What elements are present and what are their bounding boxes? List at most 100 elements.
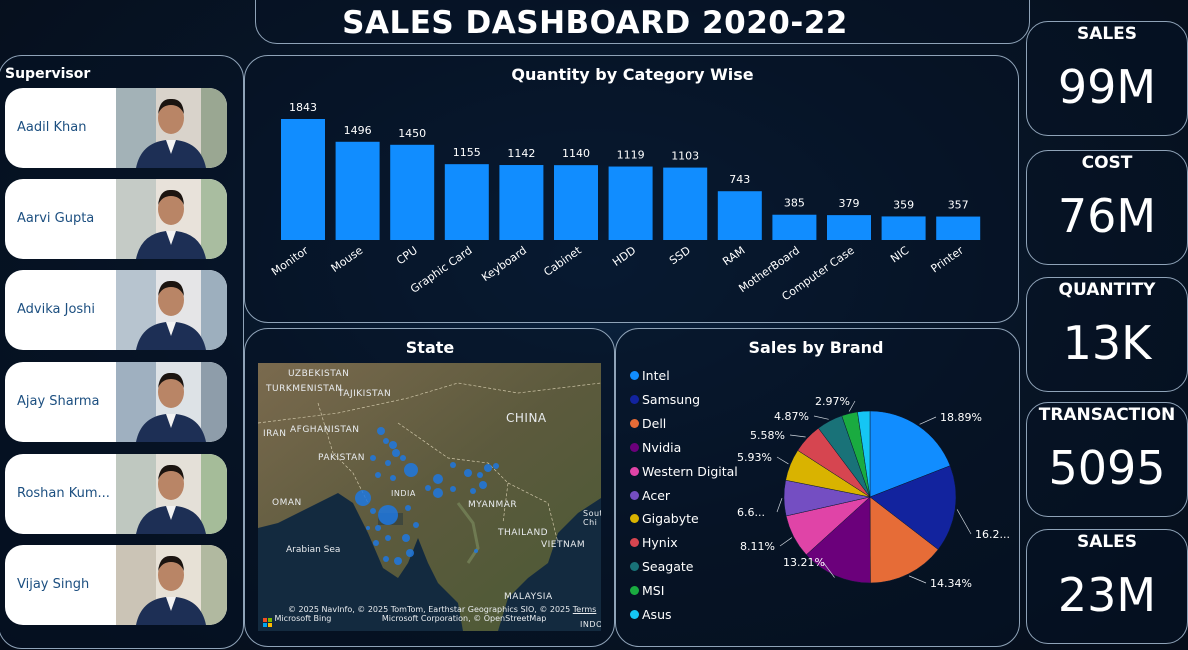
bar[interactable] bbox=[608, 166, 653, 240]
bar[interactable] bbox=[499, 165, 544, 240]
map-bubble bbox=[355, 490, 371, 506]
pie-leader-line bbox=[919, 416, 937, 425]
pie-data-label: 8.11% bbox=[740, 540, 775, 553]
bar-value-label: 1496 bbox=[344, 124, 372, 137]
bar-value-label: 743 bbox=[729, 173, 750, 186]
map-bubble bbox=[484, 464, 492, 472]
bar[interactable] bbox=[881, 216, 926, 240]
bar[interactable] bbox=[772, 214, 817, 240]
kpi-label: SALES bbox=[1076, 24, 1138, 44]
pie-leader-line bbox=[779, 537, 793, 547]
avatar bbox=[116, 454, 227, 534]
supervisor-card[interactable]: Vijay Singh bbox=[5, 545, 227, 625]
pie-leader-line bbox=[776, 497, 783, 513]
avatar bbox=[116, 179, 227, 259]
bar-value-label: 1843 bbox=[289, 101, 317, 114]
bar[interactable] bbox=[554, 165, 598, 240]
kpi-card: COST 76M bbox=[1026, 150, 1188, 265]
map-bubbles bbox=[355, 427, 499, 565]
bar-category-label: HDD bbox=[610, 244, 638, 269]
pie-chart: 18.89% 16.2... 14.34% 13.21% 8.11% 6.6... 5.93… bbox=[737, 395, 1010, 590]
pie-leader-line bbox=[908, 575, 927, 584]
map-bubble bbox=[405, 505, 411, 511]
map-bubble bbox=[373, 540, 379, 546]
kpi-card: TRANSACTION 5095 bbox=[1026, 402, 1188, 517]
map-bubble bbox=[394, 557, 402, 565]
bar-category-label: Cabinet bbox=[541, 243, 584, 278]
avatar bbox=[116, 88, 227, 168]
pie-data-label: 2.97% bbox=[815, 395, 850, 408]
map-bubble bbox=[425, 485, 431, 491]
avatar bbox=[116, 362, 227, 442]
bar-category-label: Monitor bbox=[269, 244, 311, 279]
map-bubble bbox=[392, 449, 400, 457]
supervisor-name: Aarvi Gupta bbox=[17, 211, 95, 226]
map-bubble bbox=[385, 535, 391, 541]
map-bubble bbox=[404, 463, 418, 477]
pie-leader-line bbox=[813, 415, 829, 420]
bar-category-label: Graphic Card bbox=[408, 244, 474, 296]
supervisor-card[interactable]: Aadil Khan bbox=[5, 88, 227, 168]
pie-data-label: 5.58% bbox=[750, 429, 785, 442]
map-bubble bbox=[433, 488, 443, 498]
bar-category-label: SSD bbox=[667, 244, 693, 268]
pie-data-label: 6.6... bbox=[737, 506, 765, 519]
map-bubble bbox=[413, 522, 419, 528]
map-bubble bbox=[378, 505, 398, 525]
bar[interactable] bbox=[281, 119, 325, 240]
bar-value-label: 1450 bbox=[398, 127, 426, 140]
kpi-value: 76M bbox=[1057, 189, 1157, 243]
map-bubble bbox=[474, 549, 478, 553]
pie-leader-line bbox=[776, 456, 789, 465]
bar-value-label: 357 bbox=[948, 199, 969, 212]
bar-category-label: Keyboard bbox=[479, 244, 529, 284]
supervisor-card[interactable]: Ajay Sharma bbox=[5, 362, 227, 442]
kpi-label: TRANSACTION bbox=[1038, 405, 1176, 425]
bar[interactable] bbox=[390, 144, 435, 240]
bar[interactable] bbox=[827, 215, 871, 240]
bar-category-label: Mouse bbox=[329, 244, 366, 275]
pie-data-label: 13.21% bbox=[783, 556, 825, 569]
bar-category-label: RAM bbox=[720, 244, 747, 269]
bar[interactable] bbox=[335, 141, 380, 240]
map-bubble bbox=[406, 549, 414, 557]
supervisor-card[interactable]: Advika Joshi bbox=[5, 270, 227, 350]
map-bubble bbox=[375, 525, 381, 531]
map-bubble bbox=[402, 534, 410, 542]
map-attribution-text: © 2025 NavInfo, © 2025 TomTom, Earthstar… bbox=[288, 605, 571, 614]
map-bubble bbox=[477, 472, 483, 478]
pie-leader-line bbox=[848, 400, 856, 412]
avatar bbox=[116, 545, 227, 625]
kpi-value: 5095 bbox=[1048, 441, 1166, 495]
bar-value-label: 1142 bbox=[507, 147, 535, 160]
supervisor-card[interactable]: Roshan Kum... bbox=[5, 454, 227, 534]
kpi-card: SALES 23M bbox=[1026, 529, 1188, 644]
bar[interactable] bbox=[663, 167, 708, 240]
supervisor-card[interactable]: Aarvi Gupta bbox=[5, 179, 227, 259]
kpi-value: 13K bbox=[1062, 316, 1152, 370]
pie-data-label: 18.89% bbox=[940, 411, 982, 424]
pie-data-label: 14.34% bbox=[930, 577, 972, 590]
bar-value-label: 385 bbox=[784, 197, 805, 210]
bar[interactable] bbox=[936, 216, 981, 240]
supervisor-name: Advika Joshi bbox=[17, 302, 96, 317]
map-bubble bbox=[375, 472, 381, 478]
bing-label: Microsoft Bing bbox=[274, 614, 332, 623]
pie-leader-line bbox=[789, 434, 806, 438]
pie-data-label: 4.87% bbox=[774, 410, 809, 423]
bar[interactable] bbox=[444, 164, 489, 240]
state-map[interactable]: UZBEKISTAN TURKMENISTAN TAJIKISTAN IRAN … bbox=[258, 363, 601, 631]
bar-category-label: Printer bbox=[928, 244, 966, 276]
map-bubble bbox=[377, 427, 385, 435]
bar-value-label: 1140 bbox=[562, 147, 590, 160]
supervisor-name: Ajay Sharma bbox=[17, 394, 100, 409]
pie-leader-line bbox=[956, 509, 972, 535]
map-bing-logo: Microsoft Bing Microsoft Corporation, © … bbox=[263, 614, 546, 627]
map-terms-link[interactable]: Terms bbox=[573, 605, 597, 614]
bar-chart-title: Quantity by Category Wise bbox=[511, 65, 754, 84]
bar[interactable] bbox=[717, 191, 762, 240]
map-bubble bbox=[383, 556, 389, 562]
kpi-value: 23M bbox=[1057, 568, 1157, 622]
bar-value-label: 1119 bbox=[617, 149, 645, 162]
bar-value-label: 379 bbox=[839, 197, 860, 210]
